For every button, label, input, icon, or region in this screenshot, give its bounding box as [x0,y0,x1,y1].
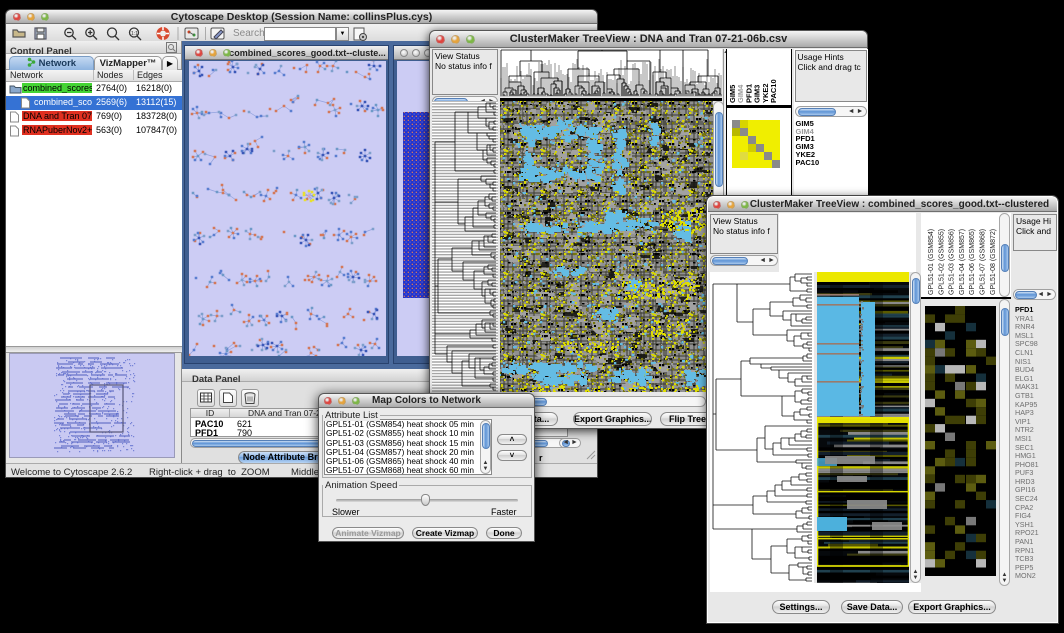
svg-text:GPL51-08 (GSM872): GPL51-08 (GSM872) [990,229,997,295]
svg-text:GPL51-04 (GSM857): GPL51-04 (GSM857) [959,229,966,295]
svg-text:GPL51-06 (GSM865): GPL51-06 (GSM865) [969,229,976,295]
svg-text:PAC10: PAC10 [769,79,778,103]
svg-text:GPL51-03 (GSM856): GPL51-03 (GSM856) [949,229,956,295]
svg-text:1:1: 1:1 [131,31,138,37]
svg-text:GPL51-07 (GSM868): GPL51-07 (GSM868) [980,229,987,295]
svg-text:GPL51-01 (GSM854): GPL51-01 (GSM854) [928,229,935,295]
svg-text:GPL51-02 (GSM855): GPL51-02 (GSM855) [938,229,945,295]
